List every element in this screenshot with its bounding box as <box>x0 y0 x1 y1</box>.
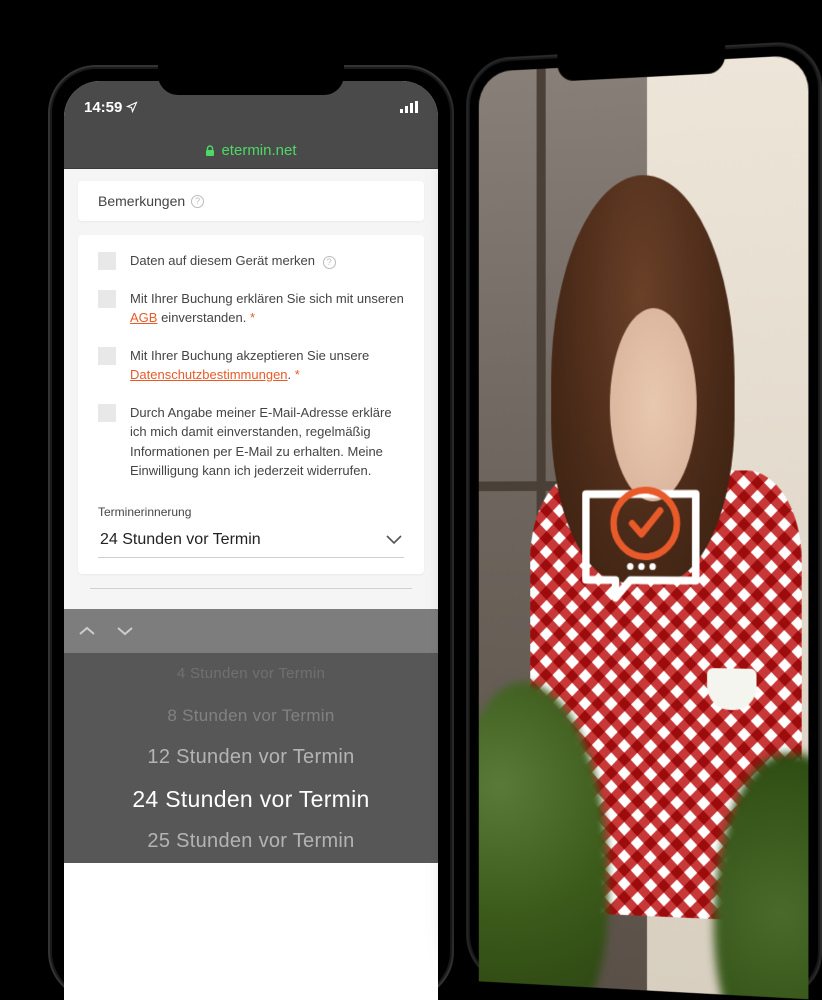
checkbox-remember[interactable] <box>98 252 116 270</box>
checkbox-newsletter[interactable] <box>98 404 116 422</box>
chevron-up-icon[interactable] <box>78 625 96 637</box>
agb-required: * <box>250 310 255 325</box>
remarks-card: Bemerkungen ? <box>78 181 424 221</box>
status-right <box>400 101 418 113</box>
chevron-down-icon[interactable] <box>116 625 134 637</box>
picker-option[interactable]: 8 Stunden vor Termin <box>64 695 438 737</box>
agb-link[interactable]: AGB <box>130 310 157 325</box>
checkbox-privacy-row: Mit Ihrer Buchung akzeptieren Sie unsere… <box>98 346 404 385</box>
reminder-value: 24 Stunden vor Termin <box>100 531 261 549</box>
picker-option-selected[interactable]: 24 Stunden vor Termin <box>64 779 438 821</box>
picker-option[interactable]: 4 Stunden vor Termin <box>64 653 438 695</box>
privacy-prefix: Mit Ihrer Buchung akzeptieren Sie unsere <box>130 348 369 363</box>
time-text: 14:59 <box>84 99 122 116</box>
checkbox-agb[interactable] <box>98 290 116 308</box>
lock-icon <box>205 145 215 157</box>
checkbox-remember-text: Daten auf diesem Gerät merken ? <box>130 251 336 271</box>
remember-text: Daten auf diesem Gerät merken <box>130 253 315 268</box>
chevron-down-icon <box>386 535 402 545</box>
status-time: 14:59 <box>84 99 138 116</box>
picker-option[interactable]: 12 Stunden vor Termin <box>64 737 438 779</box>
checkbox-newsletter-row: Durch Angabe meiner E-Mail-Adresse erklä… <box>98 403 404 481</box>
signal-icon <box>400 101 418 113</box>
divider <box>90 588 412 589</box>
newsletter-text: Durch Angabe meiner E-Mail-Adresse erklä… <box>130 403 404 481</box>
picker-wrap: 4 Stunden vor Termin 8 Stunden vor Termi… <box>64 609 438 863</box>
picker-toolbar <box>64 609 438 653</box>
checkbox-privacy[interactable] <box>98 347 116 365</box>
agb-suffix: einverstanden. <box>157 310 250 325</box>
app-logo <box>562 454 720 627</box>
checkbox-agb-text: Mit Ihrer Buchung erklären Sie sich mit … <box>130 289 404 328</box>
privacy-link[interactable]: Datenschutzbestimmungen <box>130 367 288 382</box>
splash-screen <box>479 55 809 1000</box>
remarks-label-row: Bemerkungen ? <box>98 193 404 209</box>
url-text: etermin.net <box>221 142 296 159</box>
agb-prefix: Mit Ihrer Buchung erklären Sie sich mit … <box>130 291 404 306</box>
consent-card: Daten auf diesem Gerät merken ? Mit Ihre… <box>78 235 424 574</box>
phone-right <box>466 40 822 1000</box>
reminder-section: Terminerinnerung 24 Stunden vor Termin <box>98 505 404 558</box>
help-icon[interactable]: ? <box>191 195 204 208</box>
reminder-label: Terminerinnerung <box>98 505 404 519</box>
picker[interactable]: 4 Stunden vor Termin 8 Stunden vor Termi… <box>64 653 438 863</box>
checkbox-remember-row: Daten auf diesem Gerät merken ? <box>98 251 404 271</box>
phone-left: 14:59 etermin.net Bemerkungen ? <box>48 65 454 1000</box>
privacy-suffix: . <box>288 367 295 382</box>
location-icon <box>126 101 138 113</box>
help-icon[interactable]: ? <box>323 256 336 269</box>
phone-screen: 14:59 etermin.net Bemerkungen ? <box>64 81 438 1000</box>
form-content: Bemerkungen ? Daten auf diesem Gerät mer… <box>64 169 438 863</box>
remarks-label: Bemerkungen <box>98 193 185 209</box>
phone-notch <box>158 65 344 95</box>
checkbox-agb-row: Mit Ihrer Buchung erklären Sie sich mit … <box>98 289 404 328</box>
privacy-required: * <box>295 367 300 382</box>
url-bar[interactable]: etermin.net <box>64 133 438 169</box>
picker-option[interactable]: 25 Stunden vor Termin <box>64 821 438 863</box>
checkbox-privacy-text: Mit Ihrer Buchung akzeptieren Sie unsere… <box>130 346 404 385</box>
reminder-select[interactable]: 24 Stunden vor Termin <box>98 525 404 558</box>
